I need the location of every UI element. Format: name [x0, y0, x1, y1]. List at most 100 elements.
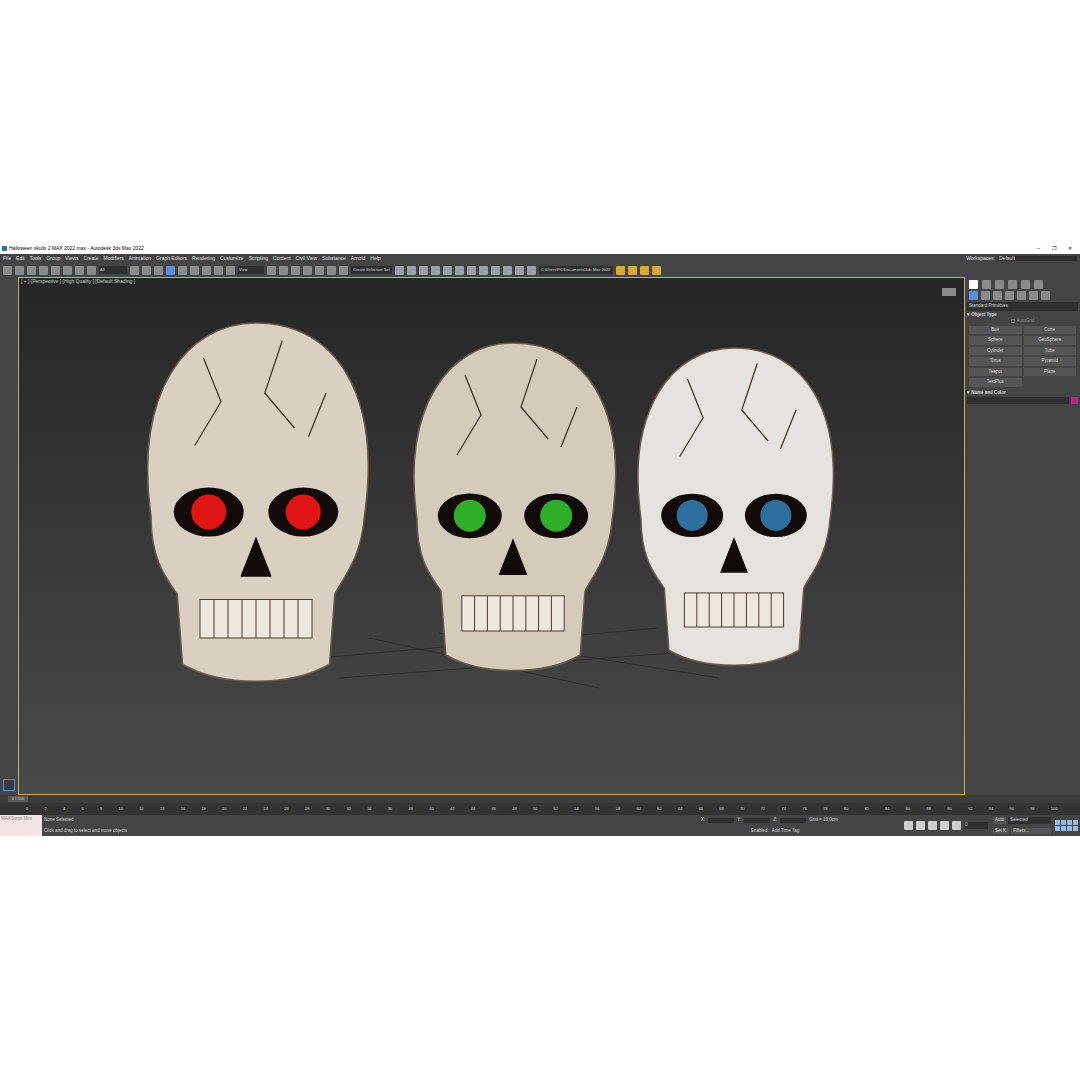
- viewport-label[interactable]: [ + ] [Perspective ] [High Quality ] [De…: [21, 279, 135, 284]
- menu-item[interactable]: Customize: [220, 256, 244, 261]
- tool-icon[interactable]: [267, 266, 276, 275]
- nav-icon[interactable]: [1073, 826, 1078, 831]
- menu-item[interactable]: Animation: [129, 256, 151, 261]
- folder-icon[interactable]: [616, 266, 625, 275]
- color-swatch[interactable]: [1071, 397, 1078, 404]
- nav-icon[interactable]: [1073, 820, 1078, 825]
- panel-tab-icon[interactable]: [982, 280, 991, 289]
- menu-item[interactable]: Substance: [322, 256, 346, 261]
- tool-icon[interactable]: [87, 266, 96, 275]
- primitive-button[interactable]: Pyramid: [1024, 357, 1077, 366]
- filters-button[interactable]: Filters...: [1011, 828, 1051, 835]
- window-control[interactable]: ❐: [1052, 246, 1056, 251]
- tool-icon[interactable]: [395, 266, 404, 275]
- primitive-button[interactable]: Cone: [1024, 326, 1077, 335]
- autogrid-checkbox[interactable]: [1011, 319, 1015, 323]
- set-key-button[interactable]: Set K.: [993, 828, 1009, 835]
- playback-icon[interactable]: [904, 821, 913, 830]
- nav-icon[interactable]: [1067, 820, 1072, 825]
- track-bar[interactable]: 0246810121416182022242628303234363840424…: [0, 803, 1080, 815]
- primitive-button[interactable]: Sphere: [969, 336, 1022, 345]
- skull[interactable]: [638, 348, 833, 665]
- primitive-button[interactable]: Teapot: [969, 368, 1022, 377]
- menu-item[interactable]: Graph Editors: [156, 256, 187, 261]
- viewport-layout-icon[interactable]: [3, 779, 15, 791]
- playback-icon[interactable]: [916, 821, 925, 830]
- tool-icon[interactable]: [503, 266, 512, 275]
- menu-item[interactable]: Help: [370, 256, 380, 261]
- category-icon[interactable]: [1005, 291, 1014, 300]
- z-field[interactable]: [780, 818, 806, 823]
- primitive-button[interactable]: Box: [969, 326, 1022, 335]
- menu-item[interactable]: Modifiers: [104, 256, 124, 261]
- primitive-button[interactable]: GeoSphere: [1024, 336, 1077, 345]
- nav-icon[interactable]: [1055, 820, 1060, 825]
- auto-key-button[interactable]: Auto: [993, 817, 1006, 824]
- playback-icon[interactable]: [928, 821, 937, 830]
- workspace-dropdown[interactable]: Default: [997, 256, 1077, 261]
- menu-item[interactable]: Content: [273, 256, 291, 261]
- tool-icon[interactable]: [190, 266, 199, 275]
- tool-icon[interactable]: [75, 266, 84, 275]
- skull[interactable]: [414, 343, 616, 671]
- category-icon[interactable]: [969, 291, 978, 300]
- tool-icon[interactable]: [339, 266, 348, 275]
- tool-icon[interactable]: [226, 266, 235, 275]
- primitive-button[interactable]: TextPlus: [969, 378, 1022, 387]
- tool-icon[interactable]: [142, 266, 151, 275]
- current-frame[interactable]: 0: [964, 822, 988, 829]
- playback-icon[interactable]: [952, 821, 961, 830]
- selection-filter[interactable]: All: [99, 266, 127, 274]
- tool-icon[interactable]: [130, 266, 139, 275]
- tool-icon[interactable]: [455, 266, 464, 275]
- tool-icon[interactable]: [419, 266, 428, 275]
- skull[interactable]: [148, 323, 369, 681]
- category-dropdown[interactable]: Standard Primitives: [967, 302, 1078, 311]
- coord-dropdown[interactable]: View: [238, 266, 264, 274]
- playback-icon[interactable]: [940, 821, 949, 830]
- category-icon[interactable]: [1041, 291, 1050, 300]
- primitive-button[interactable]: Plane: [1024, 368, 1077, 377]
- tool-icon[interactable]: [303, 266, 312, 275]
- name-field[interactable]: [967, 397, 1069, 404]
- category-icon[interactable]: [981, 291, 990, 300]
- folder-icon[interactable]: [628, 266, 637, 275]
- menu-item[interactable]: Group: [46, 256, 60, 261]
- tool-icon[interactable]: [178, 266, 187, 275]
- primitive-button[interactable]: Tube: [1024, 347, 1077, 356]
- panel-tab-icon[interactable]: [1008, 280, 1017, 289]
- selection-set[interactable]: Create Selection Set: [351, 266, 392, 274]
- menu-item[interactable]: Edit: [16, 256, 25, 261]
- primitive-button[interactable]: Torus: [969, 357, 1022, 366]
- tool-icon[interactable]: [63, 266, 72, 275]
- tool-icon[interactable]: [407, 266, 416, 275]
- window-control[interactable]: ✕: [1068, 246, 1072, 251]
- tool-icon[interactable]: [479, 266, 488, 275]
- menu-item[interactable]: Arnold: [351, 256, 365, 261]
- x-field[interactable]: [708, 818, 734, 823]
- tool-icon[interactable]: [527, 266, 536, 275]
- menu-item[interactable]: File: [3, 256, 11, 261]
- menu-item[interactable]: Views: [65, 256, 78, 261]
- tool-icon[interactable]: [15, 266, 24, 275]
- nav-icon[interactable]: [1055, 826, 1060, 831]
- menu-item[interactable]: Tools: [30, 256, 42, 261]
- nav-icon[interactable]: [1061, 820, 1066, 825]
- category-icon[interactable]: [993, 291, 1002, 300]
- tool-icon[interactable]: [467, 266, 476, 275]
- tool-icon[interactable]: [166, 266, 175, 275]
- rollout-title[interactable]: ▾ Name and Color: [967, 391, 1078, 396]
- category-icon[interactable]: [1017, 291, 1026, 300]
- tool-icon[interactable]: [315, 266, 324, 275]
- tool-icon[interactable]: [515, 266, 524, 275]
- panel-tab-icon[interactable]: [995, 280, 1004, 289]
- primitive-button[interactable]: Cylinder: [969, 347, 1022, 356]
- panel-tab-icon[interactable]: [1021, 280, 1030, 289]
- tool-icon[interactable]: [327, 266, 336, 275]
- tool-icon[interactable]: [279, 266, 288, 275]
- folder-icon[interactable]: [652, 266, 661, 275]
- key-mode-dropdown[interactable]: Selected: [1008, 817, 1051, 824]
- nav-icon[interactable]: [1067, 826, 1072, 831]
- menu-item[interactable]: Civil View: [296, 256, 318, 261]
- category-icon[interactable]: [1029, 291, 1038, 300]
